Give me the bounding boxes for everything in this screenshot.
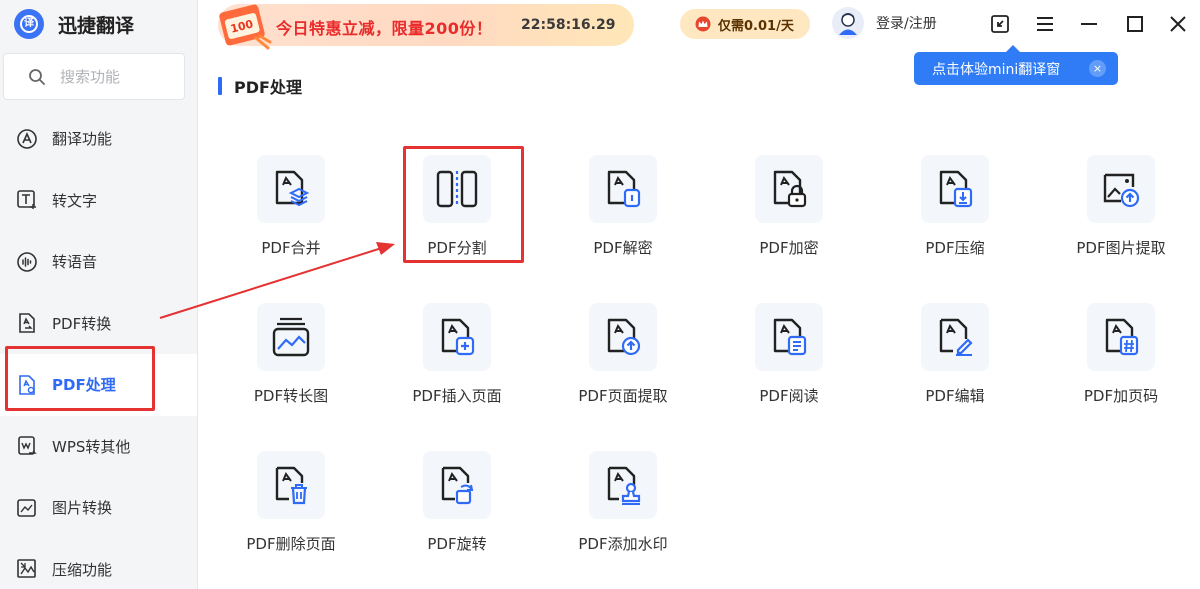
- annotation-arrow: [159, 242, 395, 319]
- app-window: 译 迅捷翻译 搜索功能 翻译功能 转文字 转语音 PDF转换 PDF处理 WPS…: [0, 0, 1200, 589]
